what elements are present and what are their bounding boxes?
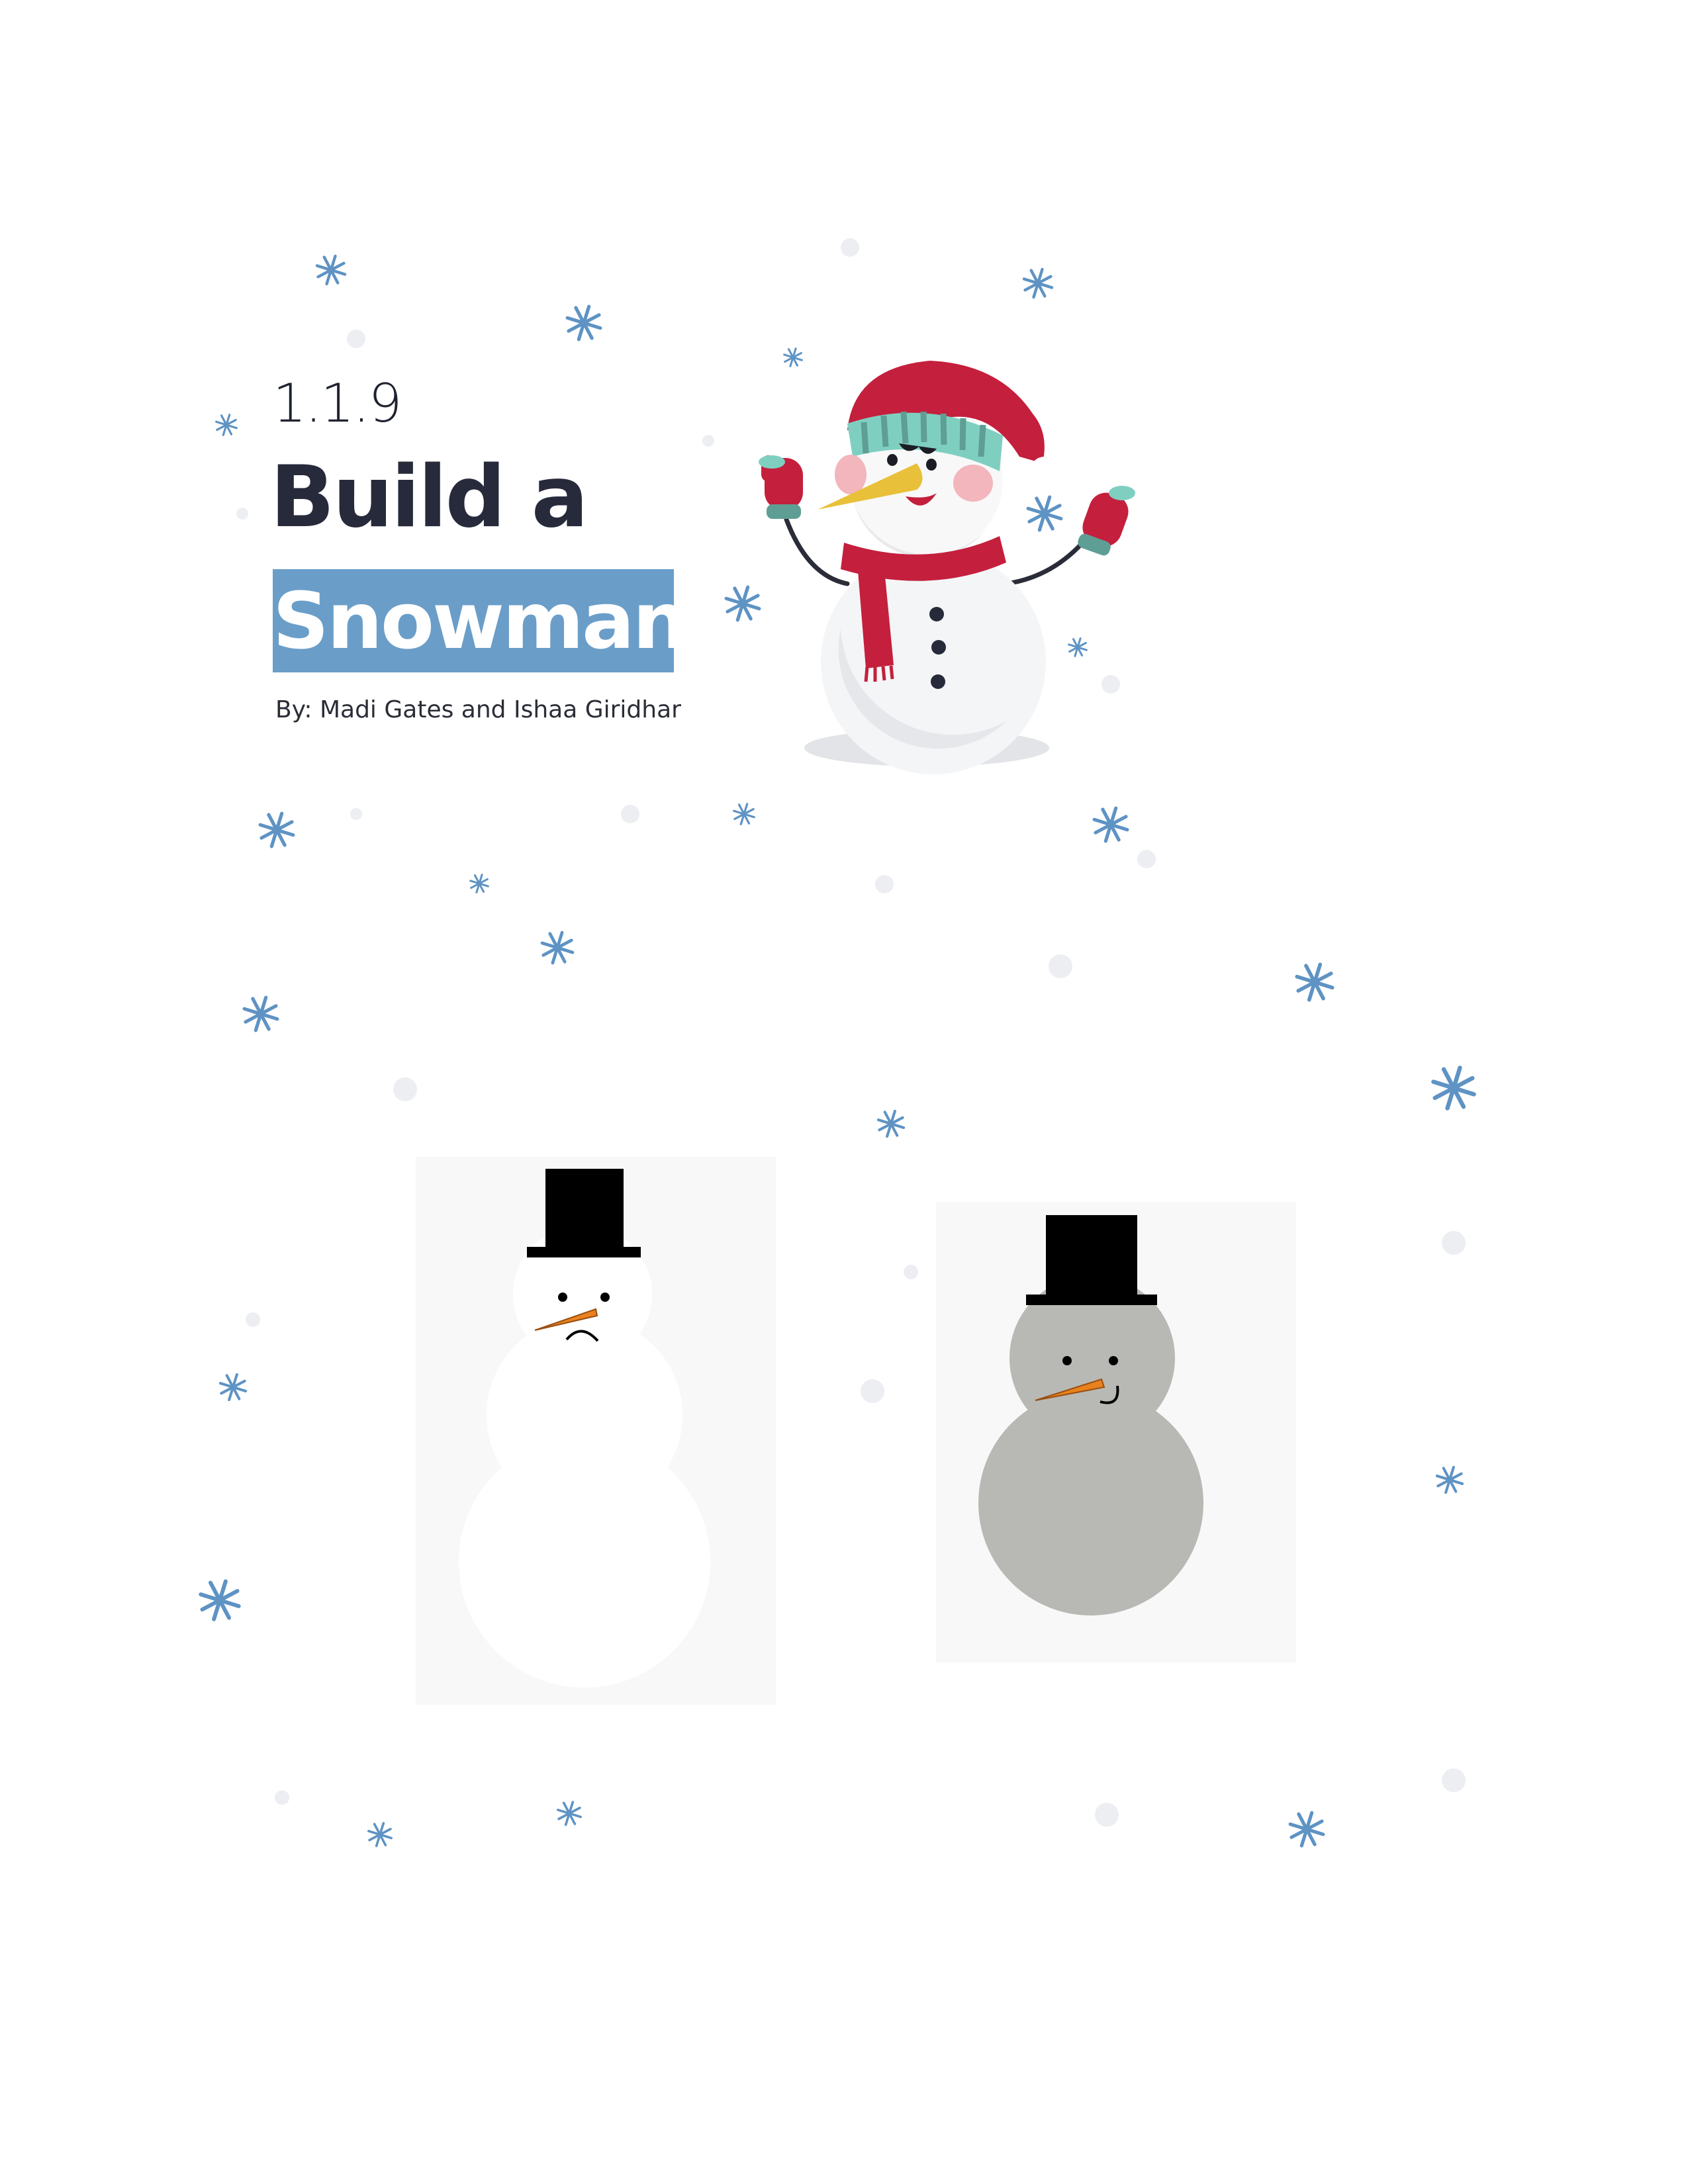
snowflake-icon [540, 931, 575, 965]
snowflake-icon [1431, 1066, 1476, 1111]
snow-dot [347, 330, 365, 348]
snowflake-icon [315, 254, 347, 286]
snowflake-icon [469, 874, 489, 893]
right-mitten [1078, 486, 1135, 556]
snowflake-icon [242, 995, 279, 1032]
snowflake-icon [218, 1373, 248, 1402]
snow-dot [621, 805, 639, 823]
snow-dot [275, 1790, 289, 1805]
snowflake-icon [215, 414, 238, 436]
snow-dot [841, 238, 859, 257]
frowning-snowman-panel [416, 1157, 776, 1705]
smiling-snowman-panel [936, 1202, 1296, 1662]
snow-dot [1095, 1803, 1119, 1827]
hero-snowman-illustration [759, 361, 1135, 774]
page-number: 1.1.9 [273, 373, 402, 434]
snow-dot [1049, 954, 1072, 978]
snow-dot [350, 808, 362, 820]
snowflake-icon [1288, 1811, 1325, 1848]
snow-dot [1442, 1768, 1466, 1792]
snowflake-icon [1022, 267, 1054, 299]
snowflake-icon [557, 1801, 582, 1826]
snowflake-icon [1435, 1465, 1464, 1494]
snow-dot [246, 1312, 260, 1327]
snowflake-icon [1092, 806, 1129, 843]
snow-dot [861, 1379, 884, 1403]
snow-dot [1137, 850, 1156, 868]
author-byline: By: Madi Gates and Ishaa Giridhar [275, 696, 681, 723]
page-title-highlight: Snowman [273, 569, 674, 672]
snowfall-background [199, 238, 1476, 1848]
snowflake-icon [733, 803, 755, 825]
snowflake-icon [565, 304, 602, 341]
snowflake-icon [258, 811, 295, 848]
snowflake-icon [199, 1579, 241, 1621]
snowflake-icon [876, 1109, 906, 1138]
snowflake-icon [1295, 962, 1335, 1002]
snow-dot [875, 875, 894, 893]
snow-dot [1442, 1231, 1466, 1255]
snowflake-icon [367, 1822, 393, 1847]
snow-dot [702, 435, 714, 447]
snow-dot [393, 1077, 417, 1101]
left-mitten [759, 455, 803, 519]
snow-dot [236, 508, 248, 520]
snow-dot [904, 1265, 918, 1279]
page-title: Build a [270, 448, 588, 547]
